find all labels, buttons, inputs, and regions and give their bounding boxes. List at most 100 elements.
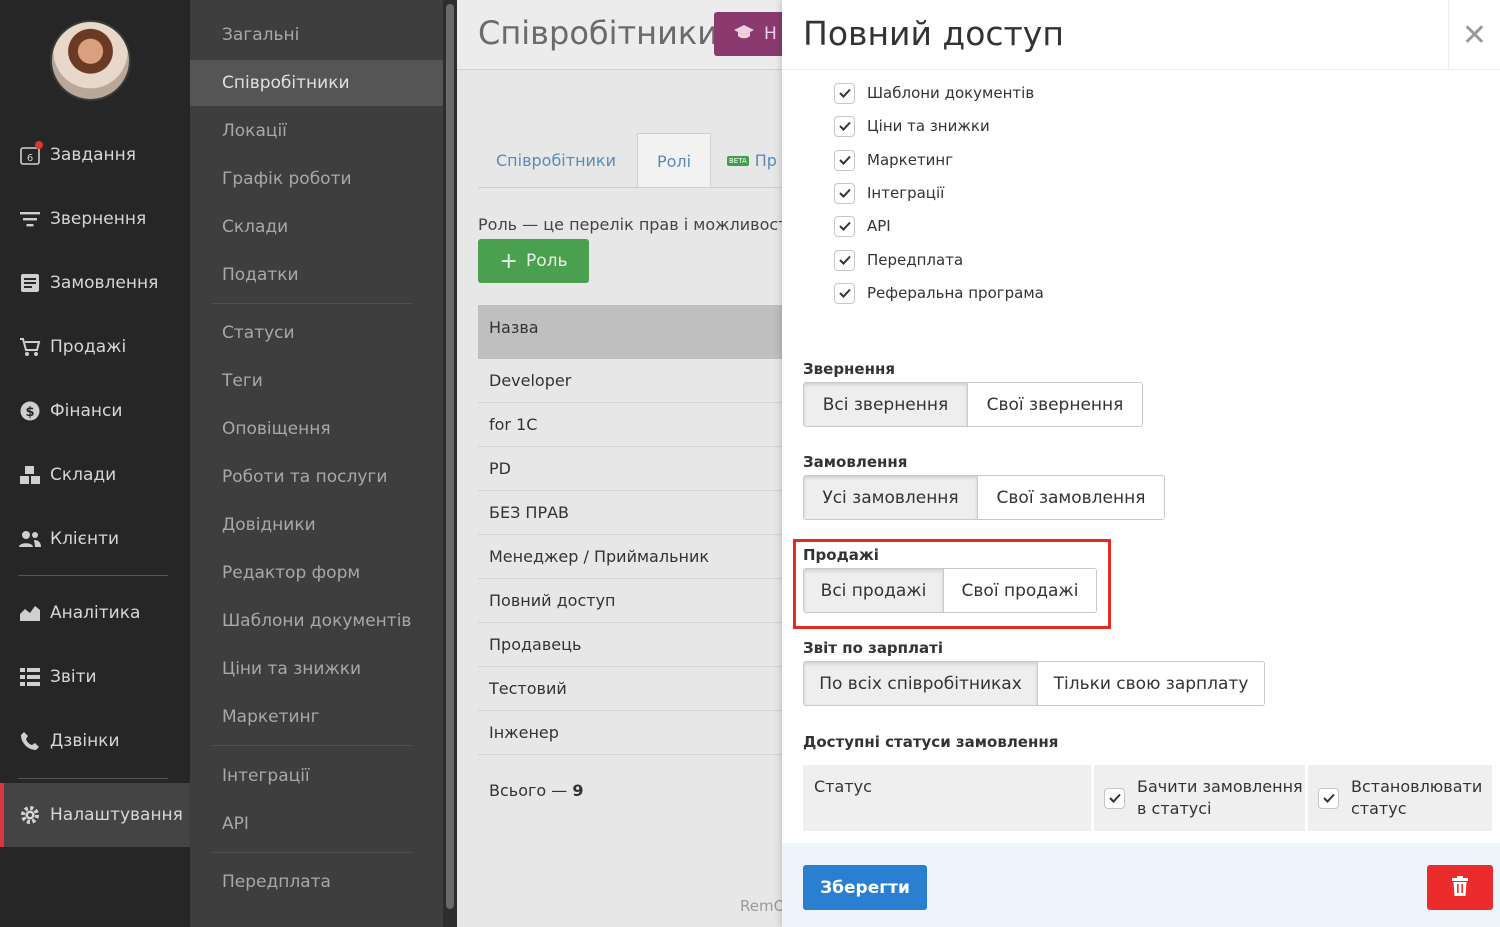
permission-label: Передплата (867, 251, 964, 269)
users-icon (19, 528, 41, 550)
submenu-item-general[interactable]: Загальні (190, 12, 443, 58)
nav-label: Дзвінки (50, 731, 120, 751)
add-role-label: Роль (525, 251, 568, 271)
submenu-divider (212, 303, 412, 304)
gear-icon (19, 804, 41, 826)
table-row[interactable]: Менеджер / Приймальник (478, 535, 782, 579)
add-role-button[interactable]: + Роль (478, 239, 589, 283)
nav-item-settings[interactable]: Налаштування (0, 783, 190, 847)
table-row[interactable]: PD (478, 447, 782, 491)
nav-item-clients[interactable]: Клієнти (0, 519, 190, 559)
permission-checkbox-row[interactable]: Ціни та знижки (834, 114, 990, 138)
checkbox[interactable] (834, 282, 855, 304)
checkbox[interactable] (834, 149, 855, 171)
nav-item-warehouses[interactable]: Склади (0, 455, 190, 495)
section-label-requests: Звернення (803, 360, 895, 378)
submenu-item-taxes[interactable]: Податки (190, 252, 443, 298)
own-requests-option[interactable]: Свої звернення (968, 383, 1142, 426)
phone-icon (19, 730, 41, 752)
tab-third[interactable]: BETA Пр (727, 133, 782, 188)
submenu-item-subscription[interactable]: Передплата (190, 859, 443, 905)
own-salary-option[interactable]: Тільки свою зарплату (1038, 662, 1264, 705)
beta-badge: BETA (727, 155, 749, 166)
submenu-item-form-editor[interactable]: Редактор форм (190, 550, 443, 596)
nav-item-reports[interactable]: Звіти (0, 657, 190, 697)
checkbox[interactable] (834, 82, 855, 104)
all-employees-salary-option[interactable]: По всіх співробітниках (804, 662, 1038, 705)
nav-item-calls[interactable]: Дзвінки (0, 721, 190, 761)
submenu-item-locations[interactable]: Локації (190, 108, 443, 154)
dollar-icon: $ (19, 400, 41, 422)
submenu-item-integrations[interactable]: Інтеграції (190, 753, 443, 799)
submenu-item-notifications[interactable]: Оповіщення (190, 406, 443, 452)
view-in-status-line1: Бачити замовлення (1137, 777, 1303, 796)
role-description: Роль — це перелік прав і можливостей (478, 215, 782, 234)
submenu-item-services[interactable]: Роботи та послуги (190, 454, 443, 500)
help-button[interactable]: Н (714, 12, 782, 56)
checkbox[interactable] (1104, 787, 1125, 809)
nav-item-finances[interactable]: $ Фінанси (0, 391, 190, 431)
nav-label: Склади (50, 465, 117, 485)
delete-button[interactable] (1427, 865, 1493, 910)
nav-label: Налаштування (50, 805, 183, 825)
status-column-header: Статус (803, 765, 1091, 831)
checkbox[interactable] (834, 115, 855, 137)
cart-icon (19, 336, 41, 358)
submenu-item-prices[interactable]: Ціни та знижки (190, 646, 443, 692)
own-sales-option[interactable]: Свої продажі (944, 569, 1096, 612)
table-row[interactable]: Тестовий (478, 667, 782, 711)
nav-item-sales[interactable]: Продажі (0, 327, 190, 367)
section-label-salary: Звіт по зарплаті (803, 639, 943, 657)
orders-scope-toggle: Усі замовлення Свої замовлення (803, 475, 1165, 520)
permission-checkbox-row[interactable]: Інтеграції (834, 181, 944, 205)
table-row[interactable]: for 1C (478, 403, 782, 447)
submenu-item-employees[interactable]: Співробітники (190, 60, 443, 106)
boxes-icon (19, 464, 41, 486)
close-button[interactable]: ✕ (1448, 0, 1500, 70)
tabs-divider (478, 187, 782, 188)
table-row[interactable]: Developer (478, 359, 782, 403)
submenu-item-api[interactable]: API (190, 801, 443, 847)
submenu-item-warehouses[interactable]: Склади (190, 204, 443, 250)
tab-roles[interactable]: Ролі (637, 133, 711, 188)
table-row[interactable]: БЕЗ ПРАВ (478, 491, 782, 535)
checkbox[interactable] (834, 182, 855, 204)
submenu-item-doc-templates[interactable]: Шаблони документів (190, 598, 443, 644)
panel-title: Повний доступ (803, 14, 1064, 53)
checkbox[interactable] (834, 215, 855, 237)
permission-checkbox-row[interactable]: Шаблони документів (834, 81, 1034, 105)
all-sales-option[interactable]: Всі продажі (804, 569, 944, 612)
scrollbar-thumb[interactable] (446, 4, 454, 909)
submenu-item-tags[interactable]: Теги (190, 358, 443, 404)
nav-item-tasks[interactable]: 6 Завдання (0, 135, 190, 175)
own-orders-option[interactable]: Свої замовлення (978, 476, 1164, 519)
permission-checkbox-row[interactable]: Маркетинг (834, 148, 953, 172)
submenu-item-statuses[interactable]: Статуси (190, 310, 443, 356)
permission-checkbox-row[interactable]: Передплата (834, 248, 963, 272)
avatar[interactable] (50, 20, 131, 101)
permission-checkbox-row[interactable]: API (834, 214, 891, 238)
all-requests-option[interactable]: Всі звернення (804, 383, 968, 426)
table-row[interactable]: Продавець (478, 623, 782, 667)
view-in-status-line2: в статусі (1137, 799, 1212, 818)
submenu-item-schedule[interactable]: Графік роботи (190, 156, 443, 202)
nav-item-requests[interactable]: Звернення (0, 199, 190, 239)
total-prefix: Всього — (489, 781, 573, 800)
checkbox[interactable] (834, 249, 855, 271)
nav-item-analytics[interactable]: Аналітика (0, 593, 190, 633)
submenu-divider (212, 852, 412, 853)
tab-employees[interactable]: Співробітники (478, 133, 634, 188)
checkbox[interactable] (1318, 787, 1339, 809)
save-button[interactable]: Зберегти (803, 865, 927, 910)
permission-checkbox-row[interactable]: Реферальна програма (834, 281, 1044, 305)
nav-item-orders[interactable]: Замовлення (0, 263, 190, 303)
table-row[interactable]: Інженер (478, 711, 782, 755)
submenu-item-dictionaries[interactable]: Довідники (190, 502, 443, 548)
panel-header: Повний доступ ✕ (782, 0, 1500, 70)
set-status-line2: статус (1351, 799, 1407, 818)
all-orders-option[interactable]: Усі замовлення (804, 476, 978, 519)
calendar-icon: 6 (19, 141, 43, 166)
table-row[interactable]: Повний доступ (478, 579, 782, 623)
submenu-item-marketing[interactable]: Маркетинг (190, 694, 443, 740)
submenu-scrollbar[interactable] (443, 0, 457, 927)
